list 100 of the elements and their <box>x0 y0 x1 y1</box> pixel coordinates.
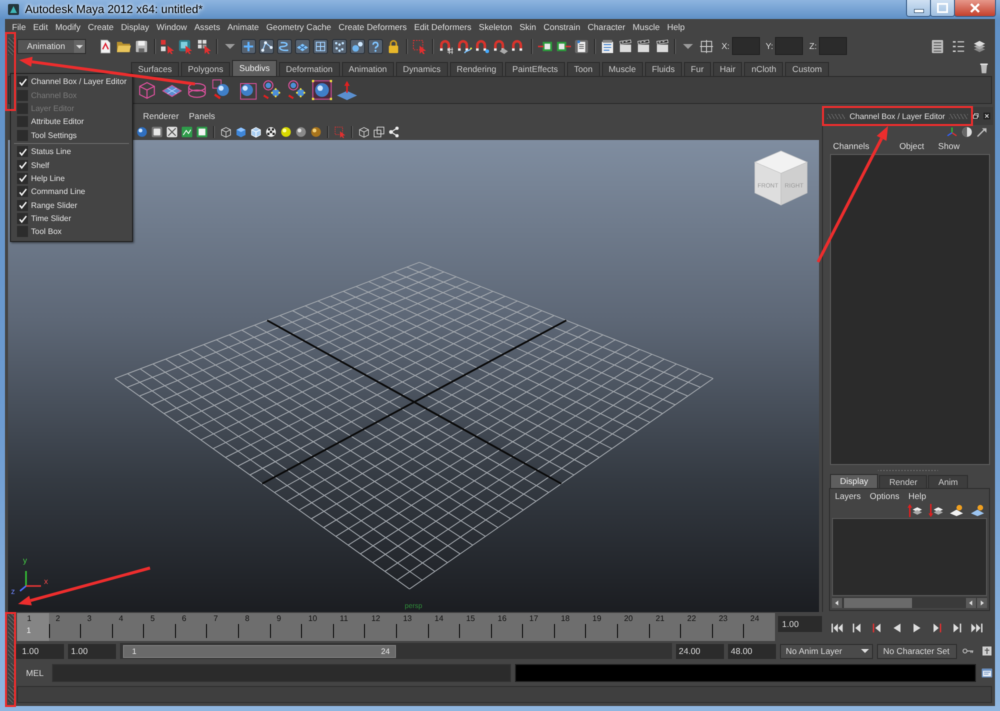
shelf-tab[interactable]: Fluids <box>644 62 682 76</box>
plus-icon[interactable] <box>240 38 256 54</box>
menu-item[interactable]: Constrain <box>543 22 580 32</box>
menu-item[interactable]: Object <box>899 141 924 151</box>
frame-cell[interactable]: 13 <box>396 613 428 641</box>
clapperboard-icon[interactable] <box>618 38 634 54</box>
new-layer-icon[interactable] <box>949 502 964 518</box>
tile-icon[interactable] <box>196 126 208 138</box>
frame-cell[interactable]: 23 <box>712 613 744 641</box>
scroll-right-icon[interactable] <box>977 598 987 608</box>
shelf-tab[interactable]: Rendering <box>450 62 504 76</box>
menu-item[interactable]: Attribute Editor <box>11 115 132 129</box>
shelf-tab[interactable]: Polygons <box>180 62 230 76</box>
anim-layer-dropdown[interactable]: No Anim Layer <box>780 644 874 658</box>
checkbox[interactable] <box>17 76 28 88</box>
arrow-icon[interactable] <box>976 126 988 138</box>
menu-item[interactable]: Skeleton <box>478 22 512 32</box>
go-to-start-icon[interactable] <box>830 621 844 635</box>
menu-item[interactable]: Range Slider <box>11 198 132 212</box>
frame-cell[interactable]: 22 <box>680 613 712 641</box>
squares-icon[interactable] <box>373 126 385 138</box>
input-field[interactable] <box>775 37 804 55</box>
menu-item[interactable]: Window <box>156 22 188 32</box>
sphere-dots-icon[interactable] <box>261 79 283 101</box>
menu-item[interactable]: Shelf <box>11 158 132 172</box>
joint-chain-icon[interactable] <box>258 38 274 54</box>
document-icon[interactable] <box>600 38 616 54</box>
menu-item[interactable]: Character <box>588 22 626 32</box>
checkbox[interactable] <box>17 172 28 184</box>
curve-icon[interactable] <box>277 38 292 54</box>
menu-item[interactable]: Geometry Cache <box>266 22 332 32</box>
frame-cell[interactable]: 11 <box>332 613 364 641</box>
current-time-field[interactable]: 1.00 <box>778 616 822 632</box>
magnet-point-icon[interactable] <box>474 38 490 54</box>
shelf-tab[interactable]: PaintEffects <box>505 62 565 76</box>
frame-cell[interactable]: 19 <box>585 613 617 641</box>
drag-handle[interactable] <box>827 114 846 118</box>
checkbox[interactable] <box>17 160 28 171</box>
menu-item[interactable]: Command Line <box>11 185 132 199</box>
squares-cursor-icon[interactable] <box>160 38 176 54</box>
layer-tab[interactable]: Anim <box>928 475 968 488</box>
square-icon[interactable] <box>151 126 163 138</box>
frame-cell[interactable]: 3 <box>80 613 112 641</box>
checkbox[interactable] <box>17 146 28 158</box>
lattice-icon[interactable] <box>313 38 328 54</box>
playback-start-field[interactable]: 1.00 <box>68 644 116 658</box>
shelf-tab[interactable]: Deformation <box>278 62 340 76</box>
input-field[interactable] <box>818 37 847 55</box>
tile-cursor-icon[interactable] <box>178 38 194 54</box>
frame-cell[interactable]: 17 <box>522 613 554 641</box>
menu-item[interactable]: Help <box>667 22 685 32</box>
magnet-grid-icon[interactable] <box>438 38 454 54</box>
spheres-icon[interactable] <box>350 38 365 54</box>
axes-icon[interactable] <box>946 126 958 138</box>
nodes-icon[interactable] <box>388 126 400 138</box>
drag-handle[interactable] <box>8 663 14 682</box>
character-set-dropdown[interactable]: No Character Set <box>877 644 957 658</box>
crosshair-icon[interactable] <box>698 38 714 54</box>
frame-cell[interactable]: 20 <box>616 613 649 641</box>
wireframe-cube-icon[interactable] <box>358 126 370 138</box>
layer-up-icon[interactable] <box>906 502 922 518</box>
menu-set-dropdown[interactable]: Animation <box>17 38 86 54</box>
scrollbar-thumb[interactable] <box>844 598 912 608</box>
menu-item[interactable]: Create <box>88 22 114 32</box>
graph-tile-icon[interactable] <box>181 126 193 138</box>
drag-handle[interactable] <box>8 38 14 54</box>
shelf-tab[interactable]: Muscle <box>602 62 643 76</box>
frame-cell[interactable]: 24 <box>743 613 775 641</box>
shelf-tab[interactable]: Subdivs <box>232 60 277 76</box>
trash-icon[interactable] <box>978 62 990 74</box>
input-field[interactable] <box>732 37 760 55</box>
range-slider-track[interactable]: 1 24 <box>120 643 672 659</box>
close-button[interactable] <box>954 0 996 17</box>
frame-cell[interactable]: 1 1 <box>17 613 49 641</box>
plane-icon[interactable] <box>295 38 310 54</box>
new-layer-icon[interactable] <box>970 502 986 518</box>
cube-icon[interactable] <box>250 126 262 138</box>
menu-item[interactable]: Assets <box>194 22 220 32</box>
shelf-tab[interactable]: nCloth <box>744 62 784 76</box>
checkbox[interactable] <box>17 200 28 211</box>
frame-cell[interactable]: 14 <box>428 613 460 641</box>
points-icon[interactable] <box>332 38 347 54</box>
checkbox[interactable] <box>17 116 28 128</box>
menu-item[interactable]: File <box>12 22 26 32</box>
menu-item[interactable]: Options <box>870 490 900 500</box>
menu-item[interactable]: Help <box>908 490 926 500</box>
frame-cell[interactable]: 6 <box>174 613 206 641</box>
sphere-icon[interactable] <box>136 126 148 138</box>
document-icon[interactable] <box>98 38 113 54</box>
shelf-tab[interactable]: Hair <box>712 62 742 76</box>
menu-item[interactable]: Channels <box>833 141 870 151</box>
go-to-end-icon[interactable] <box>970 621 984 635</box>
clipboard-icon[interactable] <box>574 38 589 54</box>
frame-cell[interactable]: 8 <box>238 613 270 641</box>
dropdown-arrow-icon[interactable] <box>225 44 236 48</box>
frame-cell[interactable]: 12 <box>364 613 396 641</box>
close-icon[interactable] <box>983 111 991 121</box>
frame-cell[interactable]: 9 <box>270 613 302 641</box>
end-time-field[interactable]: 48.00 <box>728 644 776 658</box>
menu-item[interactable]: Show <box>938 141 960 151</box>
